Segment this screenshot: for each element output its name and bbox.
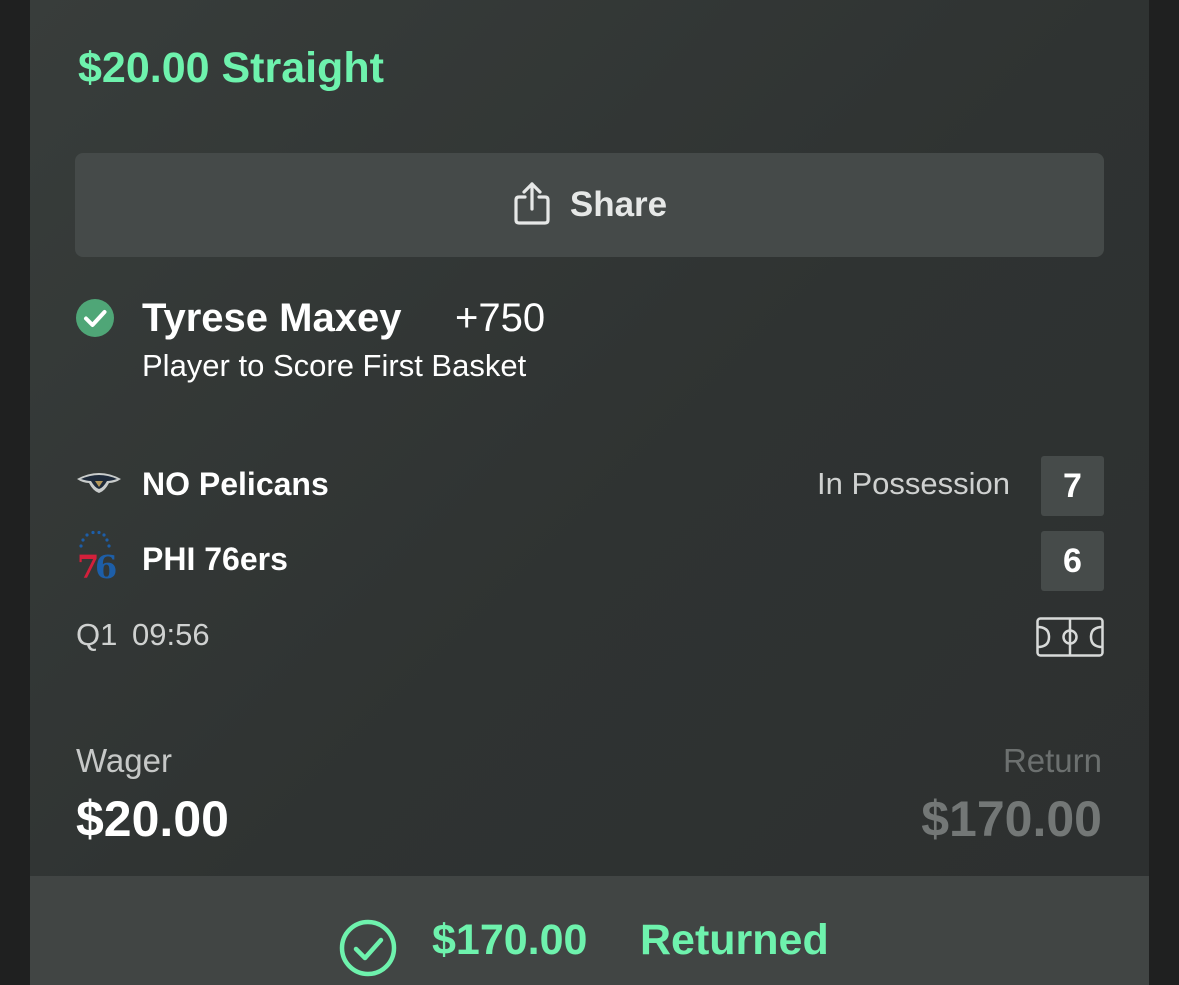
share-button[interactable]: Share xyxy=(75,153,1104,257)
share-label: Share xyxy=(569,185,668,224)
returned-banner: $170.00 Returned xyxy=(30,876,1149,985)
game-clock: Q1 09:56 xyxy=(76,617,210,653)
game-period: Q1 xyxy=(76,617,118,652)
svg-text:6: 6 xyxy=(95,548,117,582)
basketball-court-icon[interactable] xyxy=(1036,617,1104,657)
wager-value: $20.00 xyxy=(76,791,229,847)
bet-card: $20.00 Straight Share Tyrese Maxey +750 … xyxy=(30,0,1149,876)
game-time: 09:56 xyxy=(131,617,210,652)
76ers-logo: 7 6 xyxy=(75,530,123,586)
share-icon xyxy=(512,180,552,231)
check-circle-icon xyxy=(75,298,115,338)
team-name-home: NO Pelicans xyxy=(142,466,329,502)
bet-title: $20.00 Straight xyxy=(78,44,384,92)
possession-indicator: In Possession xyxy=(817,466,1010,501)
score-away: 6 xyxy=(1041,531,1104,591)
bet-market: Player to Score First Basket xyxy=(142,348,527,383)
player-name: Tyrese Maxey xyxy=(142,296,402,340)
selection-odds: +750 xyxy=(455,296,546,340)
returned-amount: $170.00 xyxy=(432,916,588,964)
right-edge xyxy=(1149,0,1179,985)
wager-label: Wager xyxy=(76,742,172,779)
pelicans-logo xyxy=(75,461,123,509)
left-edge xyxy=(0,0,30,985)
return-label: Return xyxy=(1002,742,1102,779)
check-circle-icon xyxy=(338,918,398,978)
score-home: 7 xyxy=(1041,456,1104,516)
team-name-away: PHI 76ers xyxy=(142,541,288,577)
return-value: $170.00 xyxy=(921,791,1102,847)
returned-status: Returned xyxy=(640,916,829,964)
